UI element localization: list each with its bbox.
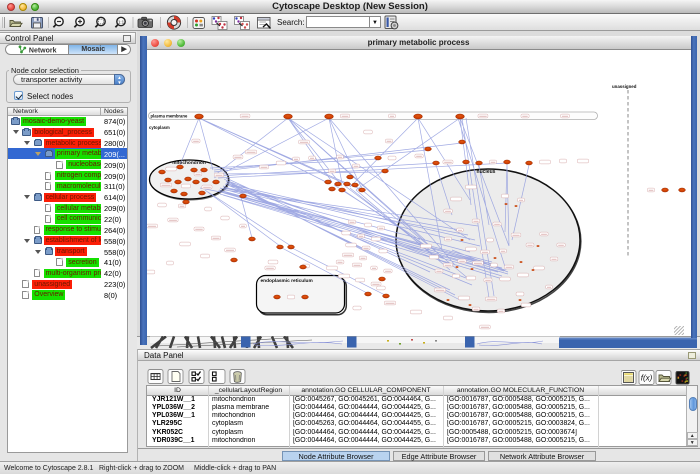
svg-text:cytoplasm: cytoplasm xyxy=(149,125,170,130)
svg-text:nucleus: nucleus xyxy=(476,169,495,175)
svg-text:unassigned: unassigned xyxy=(612,84,637,89)
svg-text:f(x): f(x) xyxy=(641,374,653,383)
svg-text:endoplasmic reticulum: endoplasmic reticulum xyxy=(260,278,312,284)
svg-text:plasma membrane: plasma membrane xyxy=(150,113,187,118)
svg-text:mitochondrion: mitochondrion xyxy=(172,160,206,166)
svg-text:1:1: 1:1 xyxy=(118,19,125,24)
